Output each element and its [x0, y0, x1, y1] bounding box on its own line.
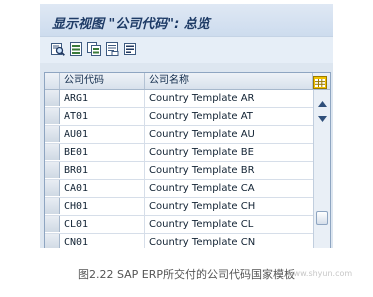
table-row[interactable]: AU01 Country Template AU — [45, 126, 313, 144]
row-selector[interactable] — [45, 180, 60, 196]
new-entries-icon[interactable] — [69, 42, 83, 56]
scroll-down-arrow-icon[interactable] — [317, 109, 328, 122]
row-selector[interactable] — [45, 108, 60, 124]
table-body: ARG1 Country Template AR AT01 Country Te… — [45, 90, 313, 248]
watermark: www.shyun.com — [287, 269, 353, 278]
company-name-cell[interactable]: Country Template CA — [145, 180, 313, 197]
scrollbar-thumb[interactable] — [316, 211, 328, 225]
company-code-cell[interactable]: BR01 — [60, 162, 145, 179]
table-row[interactable]: CL01 Country Template CL — [45, 216, 313, 234]
company-name-cell[interactable]: Country Template AU — [145, 126, 313, 143]
vertical-scrollbar[interactable] — [313, 90, 330, 248]
row-selector[interactable] — [45, 90, 60, 106]
row-selector[interactable] — [45, 144, 60, 160]
company-name-cell[interactable]: Country Template AT — [145, 108, 313, 125]
company-code-cell[interactable]: AU01 — [60, 126, 145, 143]
table-row[interactable]: ARG1 Country Template AR — [45, 90, 313, 108]
company-code-cell[interactable]: BE01 — [60, 144, 145, 161]
title-bar: 显示视图 "公司代码": 总览 — [40, 4, 333, 36]
table-row[interactable]: BE01 Country Template BE — [45, 144, 313, 162]
page-title: 显示视图 "公司代码": 总览 — [52, 17, 210, 32]
row-selector[interactable] — [45, 126, 60, 142]
row-selector[interactable] — [45, 198, 60, 214]
content-panel: 公司代码 公司名称 ARG1 Country Template AR AT01 … — [40, 63, 333, 248]
sap-window: 显示视图 "公司代码": 总览 公司代码 公司名称 ARG1 Country T… — [40, 4, 333, 248]
company-code-cell[interactable]: AT01 — [60, 108, 145, 125]
table-row[interactable]: CA01 Country Template CA — [45, 180, 313, 198]
column-header-company-name[interactable]: 公司名称 — [145, 73, 313, 89]
table-row[interactable]: CN01 Country Template CN — [45, 234, 313, 248]
table-row[interactable]: AT01 Country Template AT — [45, 108, 313, 126]
company-code-cell[interactable]: CA01 — [60, 180, 145, 197]
company-name-cell[interactable]: Country Template AR — [145, 90, 313, 107]
company-name-cell[interactable]: Country Template BR — [145, 162, 313, 179]
table-row[interactable]: BR01 Country Template BR — [45, 162, 313, 180]
row-selector[interactable] — [45, 162, 60, 178]
select-all-rows-cell[interactable] — [45, 73, 60, 89]
company-name-cell[interactable]: Country Template CN — [145, 234, 313, 248]
table-header: 公司代码 公司名称 — [45, 73, 330, 90]
company-code-cell[interactable]: ARG1 — [60, 90, 145, 107]
toolbar — [40, 36, 333, 63]
company-name-cell[interactable]: Country Template CH — [145, 198, 313, 215]
delete-icon[interactable] — [105, 42, 119, 56]
copy-icon[interactable] — [87, 42, 101, 56]
column-header-company-code[interactable]: 公司代码 — [60, 73, 145, 89]
company-name-cell[interactable]: Country Template CL — [145, 216, 313, 233]
column-settings-icon[interactable] — [313, 74, 327, 89]
company-code-cell[interactable]: CH01 — [60, 198, 145, 215]
table-row[interactable]: CH01 Country Template CH — [45, 198, 313, 216]
company-code-table: 公司代码 公司名称 ARG1 Country Template AR AT01 … — [44, 72, 331, 248]
select-all-icon[interactable] — [123, 42, 137, 56]
company-code-cell[interactable]: CN01 — [60, 234, 145, 248]
details-magnifier-icon[interactable] — [51, 42, 65, 56]
row-selector[interactable] — [45, 234, 60, 248]
company-code-cell[interactable]: CL01 — [60, 216, 145, 233]
scroll-up-arrow-icon[interactable] — [317, 94, 328, 107]
company-name-cell[interactable]: Country Template BE — [145, 144, 313, 161]
row-selector[interactable] — [45, 216, 60, 232]
